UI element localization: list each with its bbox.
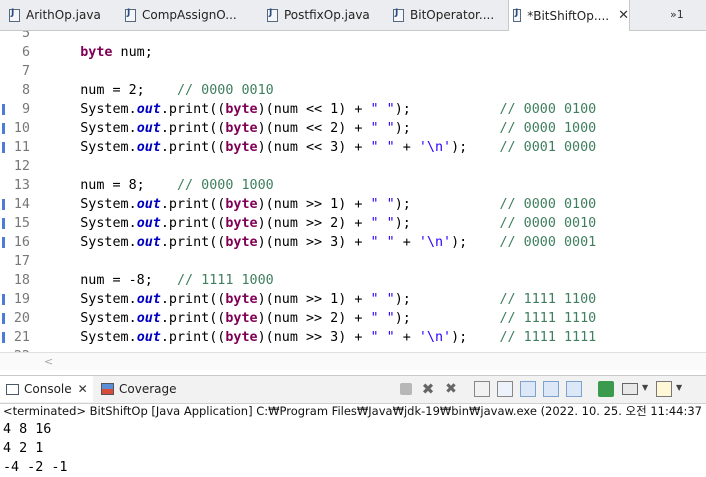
- code-text: System.out.print((byte)(num << 1) + " ")…: [48, 102, 597, 117]
- line-number: 13: [13, 178, 30, 193]
- code-text: System.out.print((byte)(num >> 3) + " " …: [48, 330, 597, 345]
- chevron-down-icon[interactable]: ▼: [642, 383, 648, 392]
- display-console-icon[interactable]: [622, 383, 638, 395]
- console-tab-label: Console: [24, 382, 72, 396]
- code-line[interactable]: 15 System.out.print((byte)(num >> 2) + "…: [0, 214, 706, 233]
- code-text: System.out.print((byte)(num >> 1) + " ")…: [48, 292, 597, 307]
- coverage-icon: [101, 383, 114, 395]
- line-number: 5: [21, 31, 30, 41]
- line-number: 11: [13, 140, 30, 155]
- tab-console[interactable]: Console ✕: [0, 376, 93, 402]
- tab-bitoperator[interactable]: BitOperator....: [389, 0, 507, 30]
- console-view-bar: Console ✕ Coverage ✖ ✖ ▼ ▼: [0, 375, 706, 404]
- code-text: System.out.print((byte)(num >> 2) + " ")…: [48, 311, 597, 326]
- code-text: System.out.print((byte)(num >> 3) + " " …: [48, 235, 597, 250]
- line-number: 18: [13, 273, 30, 288]
- tab-label: ArithOp.java: [26, 8, 101, 22]
- code-text: num = 8; // 0000 1000: [48, 178, 274, 193]
- code-text: byte num;: [80, 45, 153, 60]
- horizontal-scrollbar[interactable]: <: [0, 352, 706, 370]
- code-line[interactable]: 5: [0, 31, 706, 43]
- close-icon[interactable]: ✕: [78, 382, 88, 396]
- tab-label: CompAssignO...: [142, 8, 237, 22]
- line-number: 9: [21, 102, 30, 117]
- clear-console-icon[interactable]: [474, 381, 490, 397]
- code-text: num = -8; // 1111 1000: [48, 273, 274, 288]
- java-file-icon: [125, 8, 136, 22]
- open-console-icon[interactable]: [656, 381, 672, 397]
- line-number: 20: [13, 311, 30, 326]
- line-number: 21: [13, 330, 30, 345]
- code-line[interactable]: 17: [0, 252, 706, 271]
- console-icon: [6, 383, 19, 395]
- code-line[interactable]: 8 num = 2; // 0000 0010: [0, 81, 706, 100]
- tab-arithop[interactable]: ArithOp.java: [3, 0, 121, 30]
- code-line[interactable]: 20 System.out.print((byte)(num >> 2) + "…: [0, 309, 706, 328]
- code-text: num = 2; // 0000 0010: [48, 83, 274, 98]
- line-number: 6: [21, 45, 30, 60]
- console-output-line: 4 8 16: [3, 422, 52, 437]
- java-file-icon: [393, 8, 404, 22]
- code-line[interactable]: 6 byte num;: [0, 43, 706, 62]
- tab-overflow-button[interactable]: »1: [670, 8, 684, 21]
- line-number: 15: [13, 216, 30, 231]
- tab-postfixop[interactable]: PostfixOp.java: [263, 0, 387, 30]
- tab-coverage[interactable]: Coverage: [97, 376, 177, 402]
- code-line[interactable]: 7: [0, 62, 706, 81]
- code-line[interactable]: 13 num = 8; // 0000 1000: [0, 176, 706, 195]
- tab-bitshiftop[interactable]: *BitShiftOp.... ✕: [508, 0, 630, 31]
- java-file-icon: [9, 8, 20, 22]
- remove-launch-icon[interactable]: ✖: [420, 381, 436, 397]
- coverage-tab-label: Coverage: [119, 382, 177, 396]
- code-line[interactable]: 21 System.out.print((byte)(num >> 3) + "…: [0, 328, 706, 347]
- editor-tab-bar: ArithOp.java CompAssignO... PostfixOp.ja…: [0, 0, 706, 31]
- show-console-on-stderr-icon[interactable]: [566, 381, 582, 397]
- console-output-line: 4 2 1: [3, 441, 44, 456]
- line-number: 8: [21, 83, 30, 98]
- chevron-down-icon[interactable]: ▼: [676, 383, 682, 392]
- line-number: 12: [13, 159, 30, 174]
- close-icon[interactable]: ✕: [618, 8, 629, 23]
- tab-compassignop[interactable]: CompAssignO...: [121, 0, 261, 30]
- remove-all-terminated-icon[interactable]: ✖: [443, 381, 459, 397]
- code-text: System.out.print((byte)(num << 3) + " " …: [48, 140, 597, 155]
- code-editor[interactable]: 56 byte num; 7 8 num = 2; // 0000 0010 9 Sy…: [0, 31, 706, 352]
- terminate-icon[interactable]: [400, 383, 412, 395]
- scroll-lock-icon[interactable]: [497, 381, 513, 397]
- console-output[interactable]: 4 8 16 4 2 1 -4 -2 -1: [0, 420, 706, 475]
- pin-console-icon[interactable]: [598, 381, 614, 397]
- code-line[interactable]: 9 System.out.print((byte)(num << 1) + " …: [0, 100, 706, 119]
- code-line[interactable]: 19 System.out.print((byte)(num >> 1) + "…: [0, 290, 706, 309]
- code-line[interactable]: 18 num = -8; // 1111 1000: [0, 271, 706, 290]
- tab-label: BitOperator....: [410, 8, 495, 22]
- line-number: 14: [13, 197, 30, 212]
- code-text: System.out.print((byte)(num << 2) + " ")…: [48, 121, 597, 136]
- code-line[interactable]: 14 System.out.print((byte)(num >> 1) + "…: [0, 195, 706, 214]
- code-line[interactable]: 10 System.out.print((byte)(num << 2) + "…: [0, 119, 706, 138]
- line-number: 19: [13, 292, 30, 307]
- scroll-left-icon[interactable]: <: [44, 355, 53, 368]
- word-wrap-icon[interactable]: [520, 381, 536, 397]
- code-line[interactable]: 16 System.out.print((byte)(num >> 3) + "…: [0, 233, 706, 252]
- line-number: 10: [13, 121, 30, 136]
- tab-label: PostfixOp.java: [284, 8, 370, 22]
- java-file-icon: [267, 8, 278, 22]
- code-line[interactable]: 12: [0, 157, 706, 176]
- show-console-on-stdout-icon[interactable]: [543, 381, 559, 397]
- line-number: 7: [21, 64, 30, 79]
- console-process-info: <terminated> BitShiftOp [Java Applicatio…: [3, 404, 706, 418]
- code-line[interactable]: 11 System.out.print((byte)(num << 3) + "…: [0, 138, 706, 157]
- line-number: 17: [13, 254, 30, 269]
- tab-label: *BitShiftOp....: [527, 8, 610, 23]
- java-file-icon: [513, 8, 522, 22]
- console-output-line: -4 -2 -1: [3, 460, 68, 475]
- code-text: System.out.print((byte)(num >> 1) + " ")…: [48, 197, 597, 212]
- line-number: 16: [13, 235, 30, 250]
- code-text: System.out.print((byte)(num >> 2) + " ")…: [48, 216, 597, 231]
